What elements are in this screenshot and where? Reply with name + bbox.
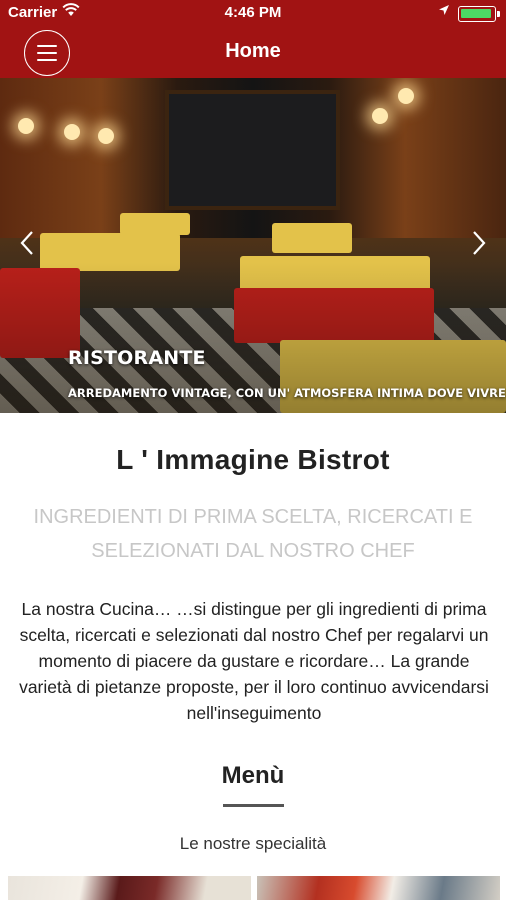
hero-subtitle: ARREDAMENTO VINTAGE, CON UN' ATMOSFERA I… — [68, 386, 506, 400]
page-title: Home — [225, 40, 281, 62]
menu-card[interactable] — [257, 876, 500, 900]
chevron-right-icon[interactable] — [472, 230, 486, 262]
clock: 4:46 PM — [224, 4, 282, 21]
menu-card[interactable] — [8, 876, 251, 900]
status-bar: Carrier 4:46 PM — [0, 0, 506, 26]
restaurant-intro: La nostra Cucina… …si distingue per gli … — [19, 599, 489, 723]
menu-section-title: Menù — [221, 762, 285, 789]
menu-title-underline — [223, 804, 284, 807]
chevron-left-icon[interactable] — [20, 230, 34, 262]
restaurant-tagline: INGREDIENTI DI PRIMA SCELTA, RICERCATI E… — [33, 506, 473, 562]
hero-carousel[interactable]: RISTORANTE ARREDAMENTO VINTAGE, CON UN' … — [0, 78, 506, 413]
restaurant-name: L ' Immagine Bistrot — [116, 444, 390, 475]
hero-title: RISTORANTE — [68, 347, 206, 369]
battery-icon — [458, 6, 500, 22]
app-header: Carrier 4:46 PM Home — [0, 0, 506, 78]
location-arrow-icon — [438, 4, 450, 19]
menu-section-subtitle: Le nostre specialità — [179, 834, 327, 853]
